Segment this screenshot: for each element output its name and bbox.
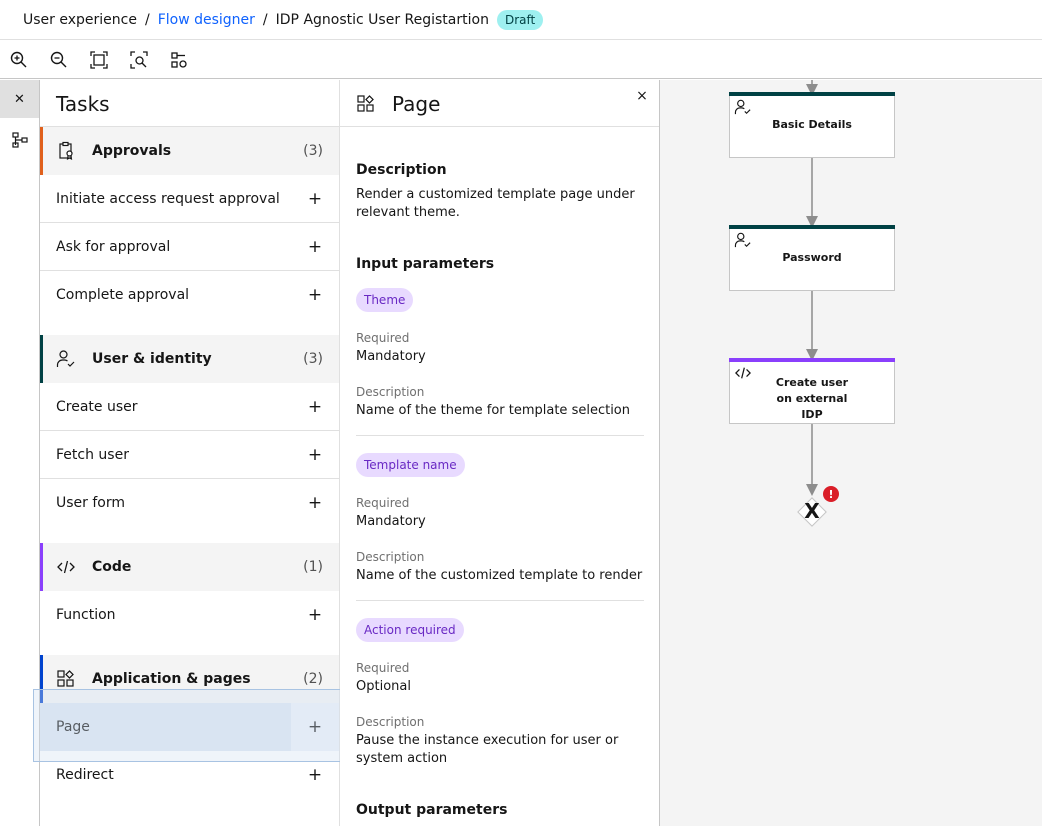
node-label: Password bbox=[782, 251, 842, 264]
status-badge: Draft bbox=[496, 9, 544, 30]
flow-settings-icon[interactable] bbox=[169, 50, 189, 70]
user-check-icon bbox=[56, 349, 76, 369]
category-count: (2) bbox=[303, 671, 323, 687]
param-description-label: Description bbox=[356, 385, 425, 399]
flow-node-create-user-external-idp[interactable]: Create user on external IDP bbox=[729, 358, 895, 424]
application-icon bbox=[356, 94, 376, 114]
node-label: Create user on external IDP bbox=[775, 376, 849, 421]
param-required-value: Mandatory bbox=[356, 514, 426, 529]
code-icon bbox=[56, 557, 76, 577]
param-tag: Template name bbox=[356, 453, 465, 477]
param-description-value: Name of the theme for template selection bbox=[356, 403, 630, 418]
flow-node-password[interactable]: Password bbox=[729, 225, 895, 291]
flow-connectors bbox=[806, 80, 818, 496]
task-page[interactable]: Page + bbox=[40, 703, 339, 751]
end-gateway-node[interactable]: X bbox=[795, 495, 829, 529]
category-label: User & identity bbox=[92, 351, 212, 367]
category-label: Code bbox=[92, 559, 132, 575]
flow-node-basic-details[interactable]: Basic Details bbox=[729, 92, 895, 158]
category-label: Approvals bbox=[92, 143, 172, 159]
breadcrumb: User experience / Flow designer / IDP Ag… bbox=[0, 0, 1042, 40]
task-redirect[interactable]: Redirect + bbox=[40, 751, 339, 799]
side-rail: ✕ bbox=[0, 80, 40, 826]
input-parameters-heading: Input parameters bbox=[356, 256, 495, 272]
error-icon[interactable]: ! bbox=[823, 486, 839, 502]
add-task-button[interactable]: + bbox=[291, 703, 339, 751]
add-task-button[interactable]: + bbox=[301, 393, 329, 421]
zoom-in-icon[interactable] bbox=[9, 50, 29, 70]
param-description-value: Pause the instance execution for user or… bbox=[356, 733, 619, 766]
flow-canvas[interactable]: Basic Details Password Create user on ex… bbox=[660, 80, 1042, 826]
task-detail-panel: Page × Description Render a customized t… bbox=[340, 80, 660, 826]
category-label: Application & pages bbox=[92, 671, 251, 687]
close-icon: ✕ bbox=[14, 91, 25, 107]
add-task-button[interactable]: + bbox=[301, 441, 329, 469]
zoom-out-icon[interactable] bbox=[49, 50, 69, 70]
application-icon bbox=[56, 669, 76, 689]
zoom-area-icon[interactable] bbox=[129, 50, 149, 70]
task-create-user[interactable]: Create user + bbox=[40, 383, 339, 431]
description-text: Render a customized template page under … bbox=[356, 187, 635, 220]
user-check-icon bbox=[734, 99, 752, 115]
param-tag: Action required bbox=[356, 618, 464, 642]
task-ask-for-approval[interactable]: Ask for approval + bbox=[40, 223, 339, 271]
flow-tree-icon[interactable] bbox=[0, 126, 39, 154]
tasks-panel: Tasks Approvals (3) Initiate access requ… bbox=[40, 80, 340, 826]
detail-title: Page bbox=[392, 92, 441, 116]
param-required-label: Required bbox=[356, 661, 410, 675]
breadcrumb-root[interactable]: User experience bbox=[23, 12, 137, 28]
task-initiate-access-request-approval[interactable]: Initiate access request approval + bbox=[40, 175, 339, 223]
description-heading: Description bbox=[356, 162, 447, 178]
output-parameters-heading: Output parameters bbox=[356, 802, 508, 818]
param-required-label: Required bbox=[356, 496, 410, 510]
category-user-identity[interactable]: User & identity (3) bbox=[40, 335, 339, 383]
param-description-value: Name of the customized template to rende… bbox=[356, 568, 643, 583]
param-required-label: Required bbox=[356, 331, 410, 345]
category-count: (3) bbox=[303, 351, 323, 367]
node-label: Basic Details bbox=[772, 118, 852, 131]
add-task-button[interactable]: + bbox=[301, 185, 329, 213]
category-application-pages[interactable]: Application & pages (2) bbox=[40, 655, 339, 703]
close-panel-button[interactable]: ✕ bbox=[0, 80, 39, 118]
param-required-value: Mandatory bbox=[356, 349, 426, 364]
add-task-button[interactable]: + bbox=[301, 601, 329, 629]
category-approvals[interactable]: Approvals (3) bbox=[40, 127, 339, 175]
category-count: (1) bbox=[303, 559, 323, 575]
add-task-button[interactable]: + bbox=[301, 281, 329, 309]
close-icon[interactable]: × bbox=[634, 88, 650, 104]
task-complete-approval[interactable]: Complete approval + bbox=[40, 271, 339, 319]
add-task-button[interactable]: + bbox=[301, 233, 329, 261]
task-function[interactable]: Function + bbox=[40, 591, 339, 639]
user-check-icon bbox=[734, 232, 752, 248]
task-user-form[interactable]: User form + bbox=[40, 479, 339, 527]
canvas-toolbar bbox=[0, 41, 1042, 79]
breadcrumb-separator: / bbox=[144, 11, 150, 28]
param-tag: Theme bbox=[356, 288, 414, 312]
add-task-button[interactable]: + bbox=[301, 761, 329, 789]
param-description-label: Description bbox=[356, 715, 425, 729]
breadcrumb-flow-designer-link[interactable]: Flow designer bbox=[158, 12, 255, 28]
param-description-label: Description bbox=[356, 550, 425, 564]
add-task-button[interactable]: + bbox=[301, 489, 329, 517]
param-required-value: Optional bbox=[356, 679, 411, 694]
task-fetch-user[interactable]: Fetch user + bbox=[40, 431, 339, 479]
category-code[interactable]: Code (1) bbox=[40, 543, 339, 591]
fit-to-screen-icon[interactable] bbox=[89, 50, 109, 70]
tasks-title: Tasks bbox=[56, 92, 110, 116]
breadcrumb-current: IDP Agnostic User Registartion bbox=[275, 11, 489, 28]
category-count: (3) bbox=[303, 143, 323, 159]
end-gateway-label: X bbox=[804, 499, 820, 523]
approval-icon bbox=[56, 141, 76, 161]
breadcrumb-separator: / bbox=[262, 11, 268, 28]
